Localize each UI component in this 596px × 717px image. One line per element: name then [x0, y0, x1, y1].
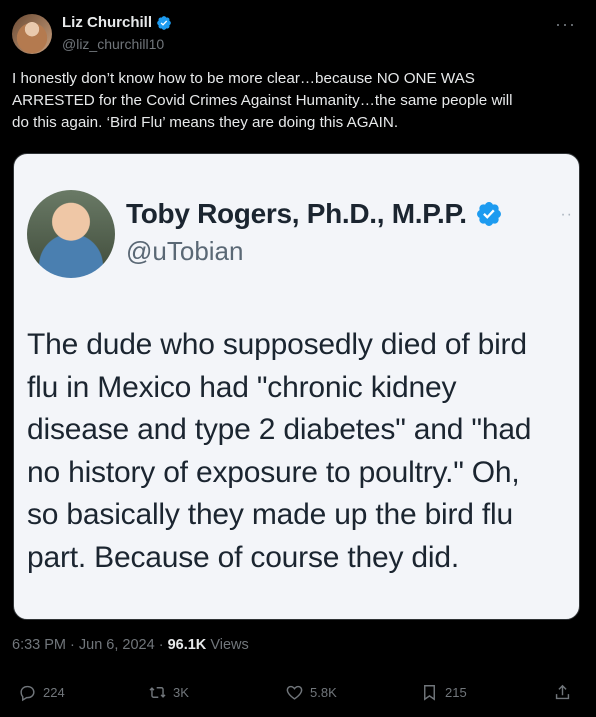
- like-count: 5.8K: [310, 685, 337, 700]
- embedded-tweet-text: The dude who supposedly died of bird flu…: [27, 328, 532, 574]
- reply-icon: [20, 685, 35, 702]
- share-button[interactable]: [553, 683, 572, 702]
- tweet-header: Liz Churchill @liz_churchill10 ···: [12, 10, 584, 58]
- action-bar: 224 3K 5.8K 215: [12, 683, 584, 709]
- meta-separator-2: ·: [154, 637, 168, 653]
- repost-icon: [149, 687, 166, 698]
- bookmark-count: 215: [445, 685, 467, 700]
- share-icon: [555, 684, 570, 700]
- heart-icon: [286, 685, 303, 700]
- verified-badge-icon: [157, 15, 171, 30]
- repost-button[interactable]: 3K: [148, 683, 189, 702]
- embedded-more-icon: ··: [560, 206, 573, 223]
- author-avatar[interactable]: [12, 14, 52, 54]
- repost-count: 3K: [173, 685, 189, 700]
- tweet-text: I honestly don’t know how to be more cle…: [12, 70, 513, 131]
- like-button[interactable]: 5.8K: [285, 683, 337, 702]
- author-name-row: Liz Churchill: [62, 14, 172, 31]
- more-options-icon[interactable]: ···: [555, 14, 576, 35]
- author-name[interactable]: Liz Churchill: [62, 14, 152, 31]
- meta-separator: ·: [66, 637, 79, 653]
- embedded-verified-badge-icon: [476, 202, 501, 226]
- tweet-time[interactable]: 6:33 PM: [12, 637, 66, 653]
- tweet-date[interactable]: Jun 6, 2024: [79, 637, 155, 653]
- embedded-author-avatar: [27, 190, 115, 278]
- tweet-meta: 6:33 PM · Jun 6, 2024 · 96.1K Views: [12, 637, 249, 653]
- reply-count: 224: [43, 685, 65, 700]
- embedded-author-handle: @uTobian: [126, 236, 244, 266]
- reply-button[interactable]: 224: [18, 683, 65, 702]
- views-count: 96.1K: [167, 637, 207, 653]
- bookmark-button[interactable]: 215: [420, 683, 467, 702]
- views-label: Views: [210, 637, 249, 653]
- embedded-author-name: Toby Rogers, Ph.D., M.P.P.: [126, 198, 467, 229]
- embedded-name-row: Toby Rogers, Ph.D., M.P.P.: [126, 198, 503, 230]
- author-handle[interactable]: @liz_churchill10: [62, 36, 164, 52]
- embedded-image[interactable]: Toby Rogers, Ph.D., M.P.P. @uTobian ·· T…: [13, 153, 580, 620]
- bookmark-icon: [424, 685, 435, 701]
